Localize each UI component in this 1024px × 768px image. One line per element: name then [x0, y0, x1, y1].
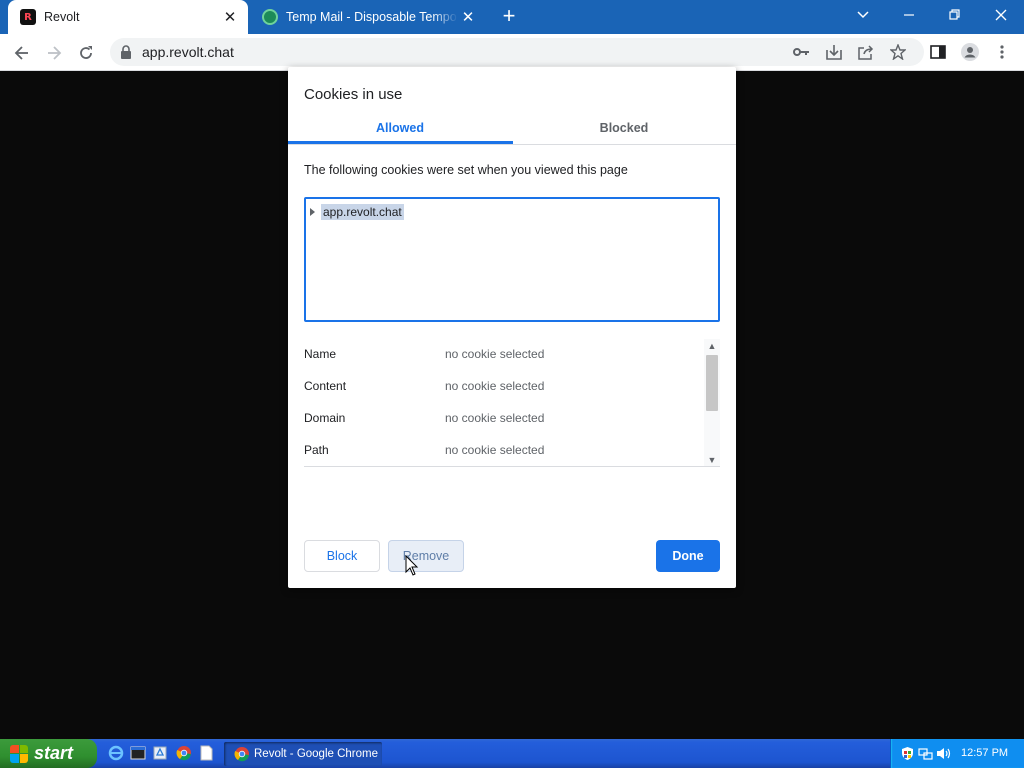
temp-mail-favicon-icon — [262, 9, 278, 25]
internet-explorer-icon[interactable] — [108, 745, 124, 761]
dialog-title: Cookies in use — [304, 86, 403, 103]
detail-row-content: Content no cookie selected — [304, 379, 704, 399]
command-prompt-icon[interactable] — [130, 745, 146, 761]
security-shield-icon[interactable] — [900, 746, 915, 761]
detail-value: no cookie selected — [445, 347, 545, 361]
mouse-cursor-icon — [405, 555, 419, 576]
detail-key: Domain — [304, 411, 346, 425]
star-icon — [890, 44, 906, 60]
cookie-tree[interactable]: app.revolt.chat — [304, 197, 720, 322]
tab-allowed[interactable]: Allowed — [288, 121, 512, 135]
minimize-button[interactable] — [886, 0, 932, 30]
detail-row-path: Path no cookie selected — [304, 443, 704, 463]
reload-button[interactable] — [72, 39, 100, 67]
install-app-button[interactable] — [824, 42, 844, 62]
detail-value: no cookie selected — [445, 411, 545, 425]
detail-key: Path — [304, 443, 329, 457]
key-icon — [793, 48, 809, 56]
arrow-right-icon — [48, 46, 62, 60]
taskbar: start Revolt - Google Chrome 12:57 PM — [0, 739, 1024, 768]
revolt-favicon-icon: R — [20, 9, 36, 25]
scrollbar-thumb[interactable] — [706, 355, 718, 411]
dialog-description: The following cookies were set when you … — [304, 163, 628, 177]
remove-button[interactable]: Remove — [388, 540, 464, 572]
avatar-icon — [961, 43, 979, 61]
taskbar-item-label: Revolt - Google Chrome — [254, 748, 378, 760]
side-panel-icon — [930, 45, 946, 59]
tab-title: Revolt — [44, 10, 80, 24]
system-tray: 12:57 PM — [890, 739, 1024, 768]
lock-icon[interactable] — [120, 45, 132, 59]
notepad-icon[interactable] — [198, 745, 214, 761]
start-button[interactable]: start — [0, 739, 97, 768]
share-icon — [858, 45, 874, 60]
divider — [288, 144, 736, 145]
chrome-icon — [234, 747, 249, 762]
tree-item-label[interactable]: app.revolt.chat — [321, 204, 404, 220]
cookies-dialog: Cookies in use Allowed Blocked The follo… — [288, 67, 736, 588]
tab-blocked[interactable]: Blocked — [512, 121, 736, 135]
reload-icon — [80, 46, 92, 59]
menu-button[interactable] — [992, 42, 1012, 62]
close-tab-icon[interactable]: ✕ — [458, 7, 478, 27]
tab-strip: R Revolt ✕ Temp Mail - Disposable Tempor… — [0, 0, 1024, 34]
network-icon[interactable] — [918, 746, 933, 761]
more-vert-icon — [1000, 45, 1004, 59]
detail-value: no cookie selected — [445, 379, 545, 393]
tab-temp-mail[interactable]: Temp Mail - Disposable Temporary Email ✕ — [250, 0, 486, 34]
close-window-button[interactable] — [978, 0, 1024, 30]
tab-search-button[interactable] — [840, 0, 886, 30]
tree-item[interactable]: app.revolt.chat — [310, 204, 404, 220]
expand-arrow-icon[interactable] — [310, 208, 315, 216]
back-button[interactable] — [8, 39, 36, 67]
profile-button[interactable] — [960, 42, 980, 62]
block-button[interactable]: Block — [304, 540, 380, 572]
detail-row-name: Name no cookie selected — [304, 347, 704, 367]
bookmark-button[interactable] — [888, 42, 908, 62]
arrow-left-icon — [14, 46, 28, 60]
detail-key: Content — [304, 379, 347, 393]
chevron-down-icon — [857, 11, 869, 19]
chrome-icon[interactable] — [176, 745, 192, 761]
volume-icon[interactable] — [936, 746, 951, 761]
forward-button[interactable] — [40, 39, 68, 67]
passwords-key-button[interactable] — [792, 42, 812, 62]
tab-revolt[interactable]: R Revolt ✕ — [8, 0, 248, 34]
done-button[interactable]: Done — [656, 540, 720, 572]
restore-icon — [949, 9, 960, 20]
minimize-icon — [904, 14, 914, 16]
scroll-up-icon[interactable]: ▲ — [704, 339, 720, 353]
details-scrollbar[interactable]: ▲ ▼ — [704, 339, 720, 466]
detail-row-domain: Domain no cookie selected — [304, 411, 704, 431]
close-icon — [995, 9, 1007, 21]
detail-value: no cookie selected — [445, 443, 545, 457]
scroll-down-icon[interactable]: ▼ — [704, 453, 720, 466]
windows-flag-icon — [10, 744, 28, 763]
detail-key: Name — [304, 347, 337, 361]
url-text: app.revolt.chat — [142, 44, 234, 60]
tab-title: Temp Mail - Disposable Temporary Email — [286, 10, 458, 24]
share-button[interactable] — [856, 42, 876, 62]
browser-toolbar: app.revolt.chat — [0, 34, 1024, 71]
download-icon — [826, 45, 842, 60]
taskbar-item-chrome[interactable]: Revolt - Google Chrome — [224, 742, 382, 766]
recycle-icon[interactable] — [152, 745, 168, 761]
new-tab-button[interactable]: + — [498, 5, 520, 28]
close-tab-icon[interactable]: ✕ — [220, 7, 240, 27]
cookie-details: Name no cookie selected Content no cooki… — [304, 339, 720, 467]
side-panel-button[interactable] — [928, 42, 948, 62]
restore-button[interactable] — [932, 0, 978, 30]
start-label: start — [34, 743, 74, 763]
clock[interactable]: 12:57 PM — [961, 747, 1008, 759]
